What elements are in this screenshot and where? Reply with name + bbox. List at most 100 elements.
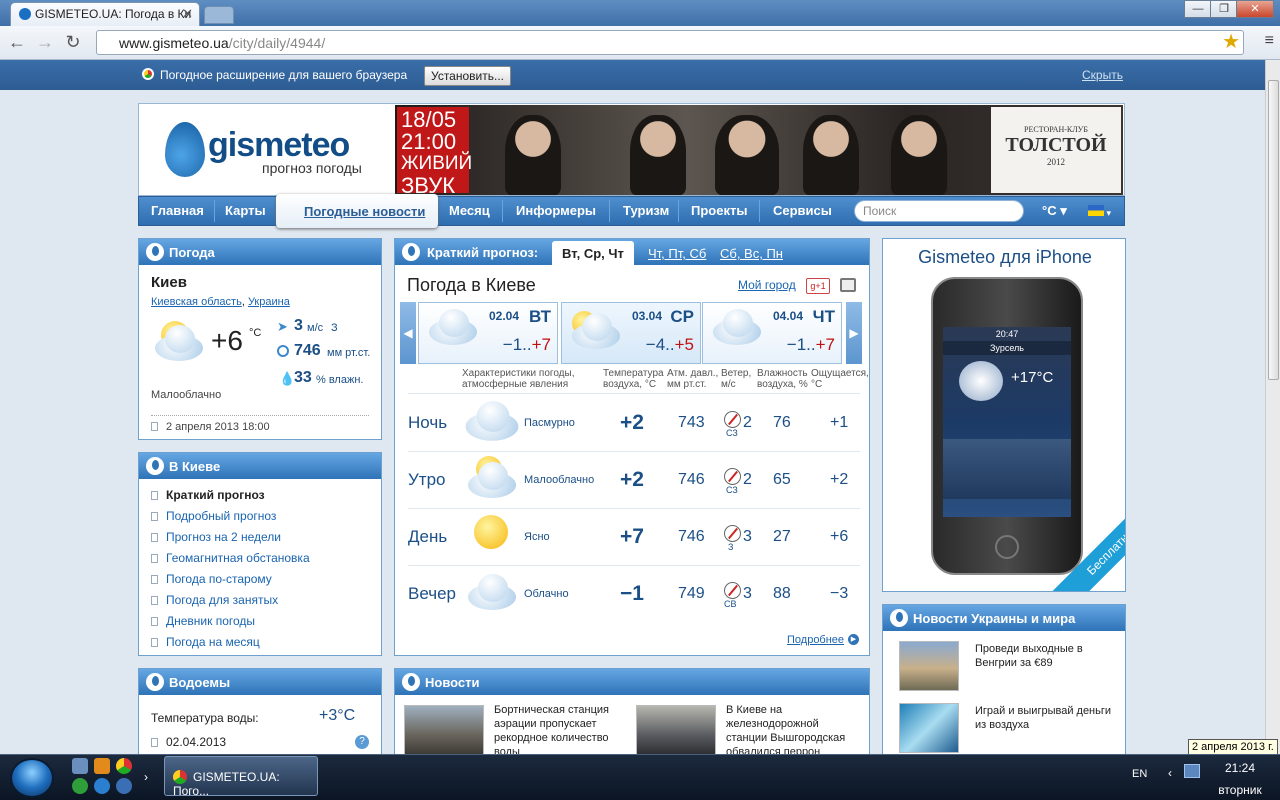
app-quicklaunch-icon[interactable] — [116, 778, 132, 794]
link-text: Подробный прогноз — [166, 509, 277, 523]
new-tab-button[interactable] — [204, 6, 234, 24]
row-temp: −1 — [620, 582, 644, 605]
minimize-icon[interactable]: — — [1184, 0, 1212, 18]
world-news-link[interactable]: Играй и выигрывай деньги из воздуха — [975, 704, 1115, 732]
bookmark-star-icon[interactable]: ★ — [1222, 29, 1240, 54]
taskbar-chrome-window[interactable]: GISMETEO.UA: Пого... — [164, 756, 318, 798]
day-card-wed[interactable]: 03.04 СР −4..+5 — [561, 302, 701, 364]
unit-selector[interactable]: °C ▾ — [1034, 200, 1078, 222]
back-icon[interactable]: ← — [6, 32, 28, 53]
chrome-quicklaunch-icon[interactable] — [116, 758, 132, 774]
address-bar[interactable]: www.gismeteo.ua/city/daily/4944/ — [96, 30, 1244, 55]
table-row: Утро Малооблачно +2 746 2 СЗ 65 +2 — [408, 452, 860, 507]
menu-icon[interactable]: ≡ — [1265, 32, 1274, 50]
next-day-arrow-icon[interactable]: ▶ — [846, 302, 862, 364]
tab-tue-wed-thu[interactable]: Вт, Ср, Чт — [552, 241, 634, 265]
country-selector[interactable]: ▾ — [1082, 200, 1120, 222]
ad-banner[interactable]: 18/05 21:00 ЖИВИЙ ЗВУК РЕСТОРАН-КЛУБ ТОЛ… — [395, 105, 1123, 195]
print-icon[interactable] — [840, 278, 856, 292]
help-icon[interactable]: ? — [355, 735, 369, 749]
prev-day-arrow-icon[interactable]: ◀ — [400, 302, 416, 364]
more-link[interactable]: Подробнее — [787, 634, 844, 646]
doc-icon — [151, 554, 158, 563]
news-thumbnail[interactable] — [899, 703, 959, 753]
nav-item-month[interactable]: Месяц — [449, 203, 490, 218]
row-pressure: 746 — [678, 471, 705, 488]
world-news-link[interactable]: Проведи выходные в Венгрии за €89 — [975, 642, 1115, 670]
tab-thu-fri-sat[interactable]: Чт, Пт, Сб — [638, 241, 716, 265]
tab-sat-sun-mon[interactable]: Сб, Вс, Пн — [710, 241, 793, 265]
close-tab-icon[interactable]: ✕ — [182, 6, 193, 22]
scrollbar-thumb[interactable] — [1268, 80, 1279, 380]
iphone-promo-title: Gismeteo для iPhone — [918, 247, 1092, 267]
nav-item-projects[interactable]: Проекты — [691, 203, 747, 218]
kiev-link-old-style[interactable]: Погода по-старому — [151, 572, 272, 586]
kiev-link-2weeks[interactable]: Прогноз на 2 недели — [151, 530, 281, 544]
restore-icon[interactable]: ❐ — [1210, 0, 1238, 18]
doc-icon — [151, 596, 158, 605]
nav-separator — [609, 200, 610, 222]
row-wind: 2 — [743, 414, 752, 431]
day-card-thu[interactable]: 04.04 ЧТ −1..+7 — [702, 302, 842, 364]
kiev-link-geomagnetic[interactable]: Геомагнитная обстановка — [151, 551, 310, 565]
start-button[interactable] — [10, 758, 54, 798]
quicklaunch-expand-icon[interactable]: › — [144, 770, 148, 784]
nav-item-weather-news[interactable]: Погодные новости — [276, 194, 438, 228]
news-thumbnail[interactable] — [636, 705, 716, 755]
kiev-link-short-forecast[interactable]: Краткий прогноз — [151, 488, 265, 502]
show-desktop-icon[interactable] — [72, 758, 88, 774]
humidity-unit: % влажн. — [316, 374, 364, 386]
country-link[interactable]: Украина — [248, 296, 290, 308]
page-scrollbar[interactable] — [1265, 60, 1280, 754]
row-temp: +2 — [620, 468, 644, 491]
news-title: Новости — [425, 675, 480, 690]
language-indicator[interactable]: EN — [1132, 768, 1147, 780]
search-input[interactable]: Поиск — [854, 200, 1024, 222]
iphone-image: 20:47 Зурсель +17°C — [931, 277, 1083, 575]
row-desc: Пасмурно — [524, 417, 575, 429]
arrow-right-icon[interactable]: ▶ — [848, 634, 859, 645]
nav-item-services[interactable]: Сервисы — [773, 203, 832, 218]
nav-item-home[interactable]: Главная — [151, 203, 204, 218]
my-city-link[interactable]: Мой город — [738, 278, 796, 292]
nav-item-informers[interactable]: Информеры — [516, 203, 596, 218]
news-thumbnail[interactable] — [899, 641, 959, 691]
forward-icon[interactable]: → — [34, 32, 56, 53]
news-thumbnail[interactable] — [404, 705, 484, 755]
nav-item-maps[interactable]: Карты — [225, 203, 266, 218]
extension-text: Погодное расширение для вашего браузера — [160, 68, 408, 82]
kiev-link-month[interactable]: Погода на месяц — [151, 635, 260, 649]
kiev-link-busy[interactable]: Погода для занятых — [151, 593, 278, 607]
reload-icon[interactable]: ↻ — [62, 32, 84, 53]
kiev-link-diary[interactable]: Дневник погоды — [151, 614, 255, 628]
tray-expand-icon[interactable]: ‹ — [1168, 766, 1172, 780]
news-item-link[interactable]: Бортническая станция аэрации пропускает … — [494, 703, 624, 759]
row-humidity: 65 — [773, 471, 791, 488]
ukraine-flag-icon — [1088, 205, 1104, 216]
google-plus-button[interactable]: g+1 — [806, 278, 830, 294]
day-card-tue[interactable]: 02.04 ВТ −1..+7 — [418, 302, 558, 364]
hide-link[interactable]: Скрыть — [1082, 68, 1123, 82]
doc-icon — [151, 491, 158, 500]
region-link[interactable]: Киевская область — [151, 296, 242, 308]
install-button[interactable]: Установить... — [424, 66, 511, 86]
news-item-link[interactable]: В Киеве на железнодорожной станции Вышго… — [726, 703, 856, 759]
network-icon[interactable] — [1184, 764, 1200, 778]
kiev-link-detailed[interactable]: Подробный прогноз — [151, 509, 276, 523]
utorrent-icon[interactable] — [72, 778, 88, 794]
doc-icon — [151, 512, 158, 521]
timestamp-text: 2 апреля 2013 18:00 — [166, 421, 270, 433]
close-window-icon[interactable]: ✕ — [1236, 0, 1274, 18]
row-wind-dir: З — [728, 542, 734, 552]
news-panel: Новости Бортническая станция аэрации про… — [394, 668, 870, 758]
day-min: −1.. — [786, 335, 816, 354]
iphone-promo-panel[interactable]: Gismeteo для iPhone 20:47 Зурсель +17°C … — [882, 238, 1126, 592]
weather-timestamp: 2 апреля 2013 18:00 — [151, 421, 270, 433]
table-row: Ночь Пасмурно +2 743 2 СЗ 76 +1 — [408, 395, 860, 450]
taskbar-clock[interactable]: 21:24 вторник — [1205, 760, 1275, 798]
internet-explorer-icon[interactable] — [94, 778, 110, 794]
nav-item-tourism[interactable]: Туризм — [623, 203, 669, 218]
browser-tab-active[interactable]: GISMETEO.UA: Погода в Ки ✕ — [10, 2, 200, 26]
media-player-icon[interactable] — [94, 758, 110, 774]
forecast-city-title: Погода в Киеве — [407, 275, 536, 295]
